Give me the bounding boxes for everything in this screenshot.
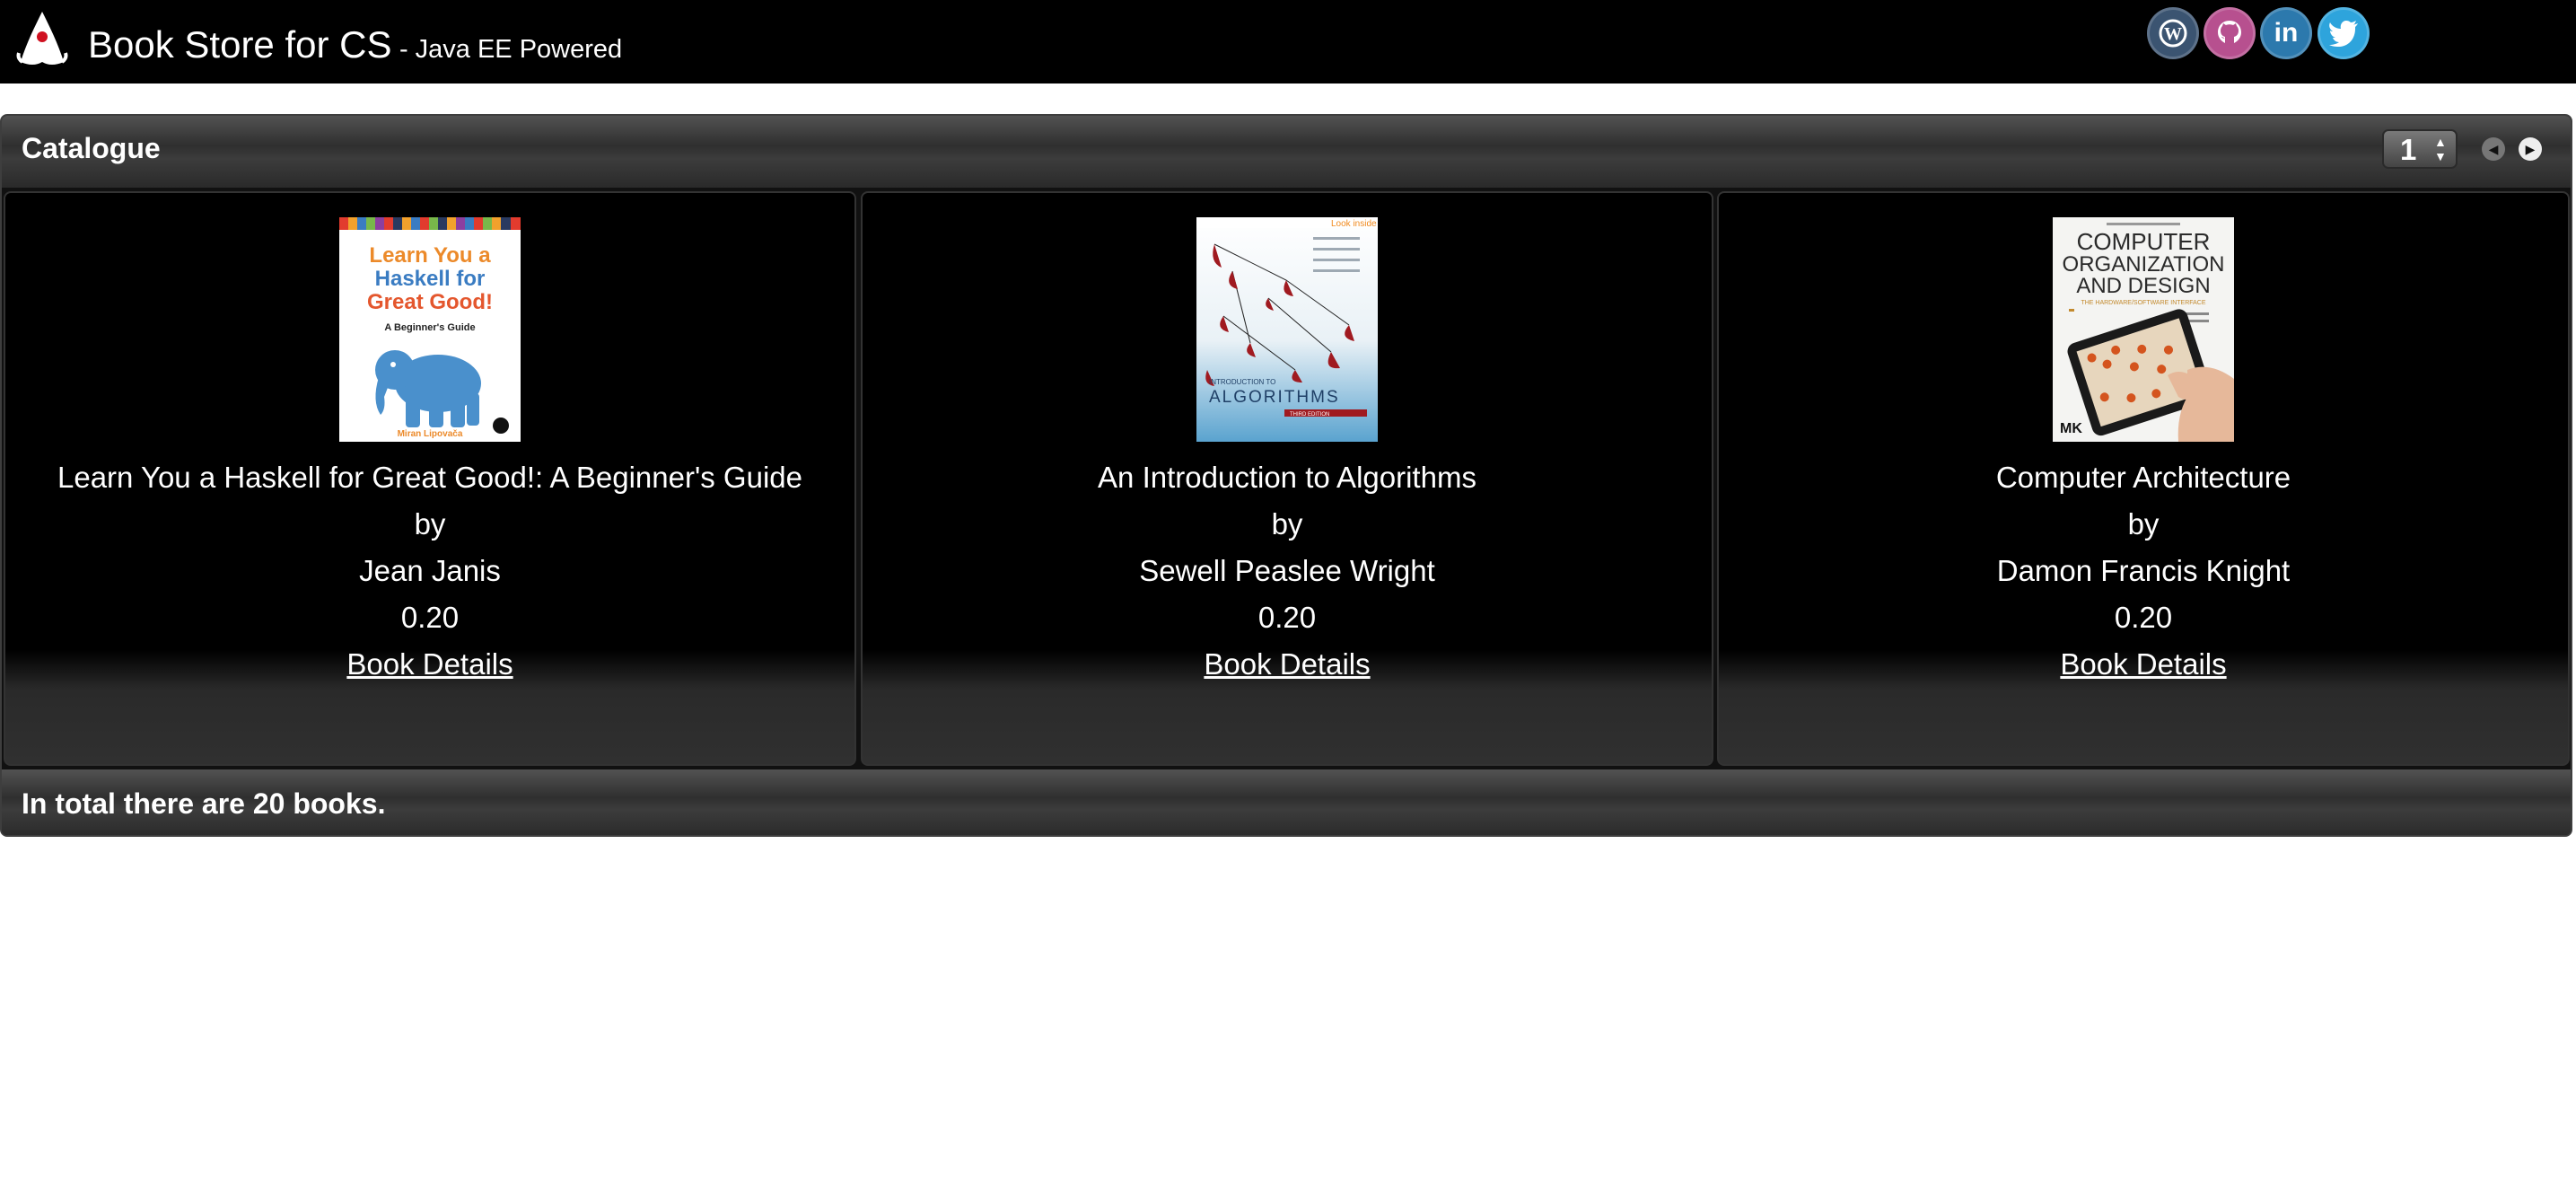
- cover-text: INTRODUCTION TO: [1209, 378, 1275, 386]
- cover-text: ORGANIZATION: [2063, 252, 2225, 277]
- book-author: Sewell Peaslee Wright: [1139, 554, 1435, 587]
- book-price: 0.20: [1257, 601, 1317, 634]
- book-grid: Learn You a Haskell for Great Good! A Be…: [2, 191, 2571, 766]
- github-icon[interactable]: [2204, 7, 2256, 59]
- site-title-main: Book Store for CS: [88, 23, 392, 66]
- cover-text: MK: [2060, 421, 2082, 436]
- duke-logo-icon: [16, 12, 68, 65]
- book-by-label: by: [414, 507, 446, 541]
- cover-text: Learn You a: [369, 243, 491, 268]
- book-by-label: by: [1271, 507, 1303, 541]
- cover-text: THIRD EDITION: [1290, 412, 1329, 418]
- page-spinner[interactable]: 1 ▲ ▼: [2382, 129, 2458, 169]
- previous-page-icon[interactable]: ◀: [2482, 137, 2505, 161]
- book-details-link[interactable]: Book Details: [2060, 647, 2226, 681]
- catalogue-panel: Catalogue 1 ▲ ▼ ◀ ▶ Learn You a Haskell …: [0, 114, 2572, 837]
- site-title: Book Store for CS - Java EE Powered: [88, 23, 622, 66]
- book-cover-algorithms[interactable]: Look inside INTRODUCTION TO ALGORITHMS T…: [1196, 217, 1378, 442]
- cover-text: Look inside: [1331, 219, 1377, 229]
- book-title: Computer Architecture: [1995, 461, 2291, 494]
- book-cover-computer-organization[interactable]: COMPUTER ORGANIZATION AND DESIGN THE HAR…: [2053, 217, 2234, 442]
- cover-text: Great Good!: [367, 290, 493, 314]
- book-title: An Introduction to Algorithms: [1098, 461, 1476, 494]
- book-details-link[interactable]: Book Details: [346, 647, 513, 681]
- top-header: Book Store for CS - Java EE Powered W in: [0, 0, 2576, 84]
- book-by-label: by: [2127, 507, 2160, 541]
- catalogue-title: Catalogue: [22, 132, 161, 164]
- catalogue-header: Catalogue 1 ▲ ▼ ◀ ▶: [2, 116, 2571, 188]
- page-spinner-value: 1: [2400, 133, 2417, 166]
- book-price: 0.20: [2114, 601, 2173, 634]
- cover-text: COMPUTER: [2077, 228, 2211, 255]
- linkedin-glyph: in: [2274, 18, 2299, 48]
- cover-text: Haskell for: [375, 267, 486, 291]
- svg-text:W: W: [2164, 24, 2182, 44]
- linkedin-icon[interactable]: in: [2260, 7, 2312, 59]
- book-price: 0.20: [400, 601, 460, 634]
- twitter-icon[interactable]: [2318, 7, 2370, 59]
- next-page-icon[interactable]: ▶: [2519, 137, 2542, 161]
- cover-text: A Beginner's Guide: [384, 322, 475, 333]
- cover-text: Miran Lipovača: [398, 429, 463, 439]
- book-card: COMPUTER ORGANIZATION AND DESIGN THE HAR…: [1717, 191, 2570, 766]
- site-title-sub: - Java EE Powered: [399, 35, 623, 64]
- catalogue-footer: In total there are 20 books.: [2, 769, 2571, 835]
- cover-text: THE HARDWARE/SOFTWARE INTERFACE: [2081, 300, 2205, 306]
- book-card: Look inside INTRODUCTION TO ALGORITHMS T…: [861, 191, 1713, 766]
- book-card: Learn You a Haskell for Great Good! A Be…: [4, 191, 856, 766]
- wordpress-icon[interactable]: W: [2147, 7, 2199, 59]
- cover-text: ALGORITHMS: [1209, 388, 1340, 407]
- cover-text: AND DESIGN: [2076, 274, 2210, 298]
- total-books-text: In total there are 20 books.: [22, 787, 386, 820]
- book-author: Jean Janis: [359, 554, 501, 587]
- spinner-arrows-icon[interactable]: ▲ ▼: [2434, 135, 2447, 163]
- book-details-link[interactable]: Book Details: [1204, 647, 1370, 681]
- book-title: Learn You a Haskell for Great Good!: A B…: [57, 461, 802, 494]
- book-author: Damon Francis Knight: [1996, 554, 2291, 587]
- book-cover-haskell[interactable]: Learn You a Haskell for Great Good! A Be…: [339, 217, 521, 442]
